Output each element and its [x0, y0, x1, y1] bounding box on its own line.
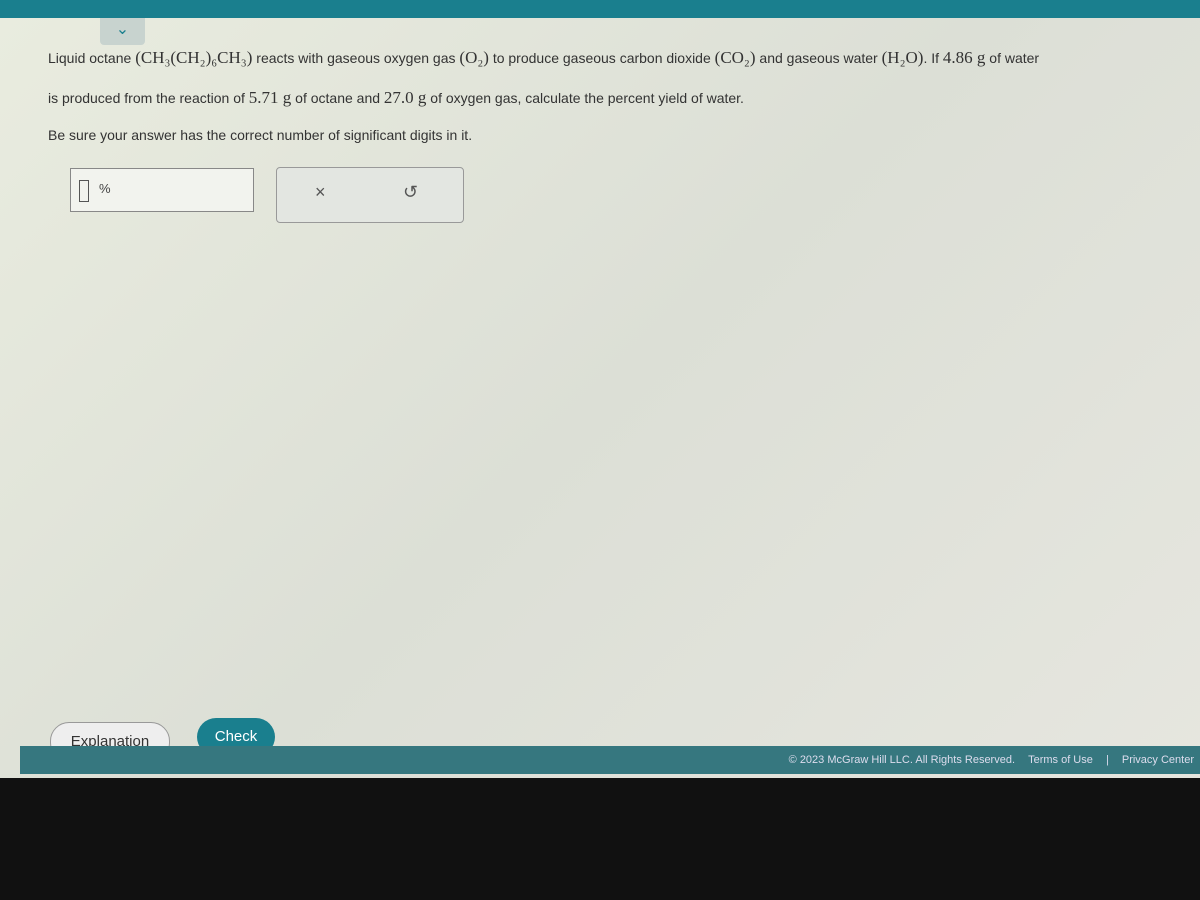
copyright: © 2023 McGraw Hill LLC. All Rights Reser…	[788, 754, 1016, 766]
h2o-formula: (H₂O)	[881, 48, 924, 67]
oxygen-mass: 27.0 g	[383, 88, 427, 107]
privacy-link[interactable]: Privacy Center	[1122, 754, 1194, 766]
o2-formula: (O₂)	[459, 48, 489, 67]
text: of oxygen gas, calculate the percent yie…	[426, 90, 744, 106]
text-cursor-icon	[79, 180, 89, 202]
question-panel: ⌄ Liquid octane (CH₃(CH₂)₆CH₃) reacts wi…	[0, 18, 1200, 778]
clear-icon[interactable]: ×	[315, 182, 326, 203]
text: of octane and	[291, 90, 384, 106]
text: to produce gaseous carbon dioxide	[488, 50, 715, 66]
question-line-1: Liquid octane (CH₃(CH₂)₆CH₃) reacts with…	[48, 48, 1039, 68]
header-bar	[0, 0, 1200, 18]
unit-label: %	[99, 181, 111, 196]
footer: © 2023 McGraw Hill LLC. All Rights Reser…	[20, 746, 1200, 774]
octane-mass: 5.71 g	[248, 88, 292, 107]
octane-formula: (CH₃(CH₂)₆CH₃)	[135, 48, 253, 67]
answer-tools: × ↺	[276, 167, 464, 223]
water-mass: 4.86 g	[942, 48, 986, 67]
terms-link[interactable]: Terms of Use	[1028, 754, 1093, 766]
undo-icon[interactable]: ↺	[403, 182, 418, 203]
co2-formula: (CO₂)	[714, 48, 756, 67]
text: . If	[923, 50, 943, 66]
text: reacts with gaseous oxygen gas	[252, 50, 460, 66]
text: Liquid octane	[48, 50, 136, 66]
text: and gaseous water	[755, 50, 882, 66]
question-line-2: is produced from the reaction of 5.71 g …	[48, 88, 744, 108]
text: of water	[985, 50, 1040, 66]
text: is produced from the reaction of	[48, 90, 249, 106]
sig-fig-note: Be sure your answer has the correct numb…	[48, 127, 473, 143]
separator: |	[1105, 754, 1109, 766]
collapse-chevron-icon[interactable]: ⌄	[100, 18, 145, 45]
answer-input[interactable]: %	[70, 168, 254, 212]
